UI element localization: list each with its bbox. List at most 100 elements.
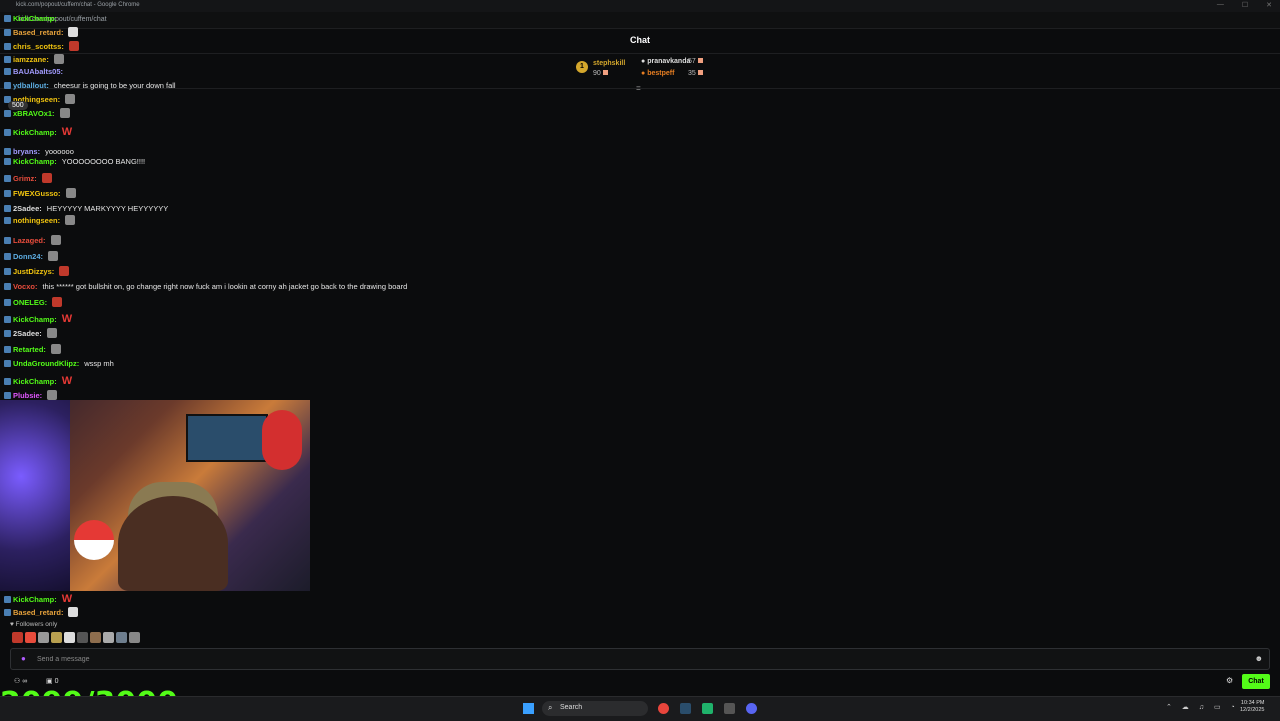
clock[interactable]: 10:34 PM 12/2/2025 xyxy=(1240,700,1264,714)
chat-emote xyxy=(47,390,58,400)
leaderboard-second-value: 57 xyxy=(688,58,703,65)
user-badge-icon xyxy=(4,283,11,290)
chat-username[interactable]: FWEXGusso: xyxy=(13,189,61,198)
message-input[interactable] xyxy=(35,652,1239,667)
close-icon[interactable]: ✕ xyxy=(1266,1,1272,9)
chat-username[interactable]: UndaGroundKlipz: xyxy=(13,359,79,368)
chat-message: bryans: yoooooo xyxy=(4,147,74,156)
chat-username[interactable]: Based_retard: xyxy=(13,28,63,37)
chat-username[interactable]: Retarted: xyxy=(13,345,46,354)
address-bar[interactable]: kick.com/popout/cuffem/chat xyxy=(0,12,1280,29)
chat-username[interactable]: KickChamp: xyxy=(13,315,57,324)
chat-username[interactable]: BAUAbalts05: xyxy=(13,67,63,76)
chrome-icon[interactable] xyxy=(658,703,669,714)
chat-username[interactable]: nothingseen: xyxy=(13,216,60,225)
emote[interactable] xyxy=(51,632,62,643)
maximize-icon[interactable]: ☐ xyxy=(1242,1,1248,9)
chat-message: KickChamp: xyxy=(4,14,57,23)
chat-username[interactable]: ONELEG: xyxy=(13,298,47,307)
chat-username[interactable]: ydballout: xyxy=(13,81,49,90)
chat-message-text: this ****** got bullshit on, go change r… xyxy=(42,282,408,291)
message-input-box[interactable]: ● ☻ xyxy=(10,648,1270,670)
minimize-icon[interactable]: — xyxy=(1217,1,1224,9)
chat-message: Plubsie: xyxy=(4,390,58,400)
emote-bar[interactable] xyxy=(12,632,140,643)
system-tray[interactable]: ⌃ ☁ ♫ ▭ ◔ xyxy=(1166,703,1239,711)
steam-icon[interactable] xyxy=(680,703,691,714)
user-badge-icon xyxy=(4,82,11,89)
emote[interactable] xyxy=(129,632,140,643)
taskbar-search[interactable]: ⌕ Search xyxy=(542,701,648,716)
chat-username[interactable]: iamzzane: xyxy=(13,55,49,64)
chat-message: KickChamp: W xyxy=(4,313,72,325)
windows-start-icon[interactable] xyxy=(523,703,534,714)
chat-message-text: wssp mh xyxy=(84,359,114,368)
chat-message: nothingseen: xyxy=(4,215,76,225)
emote[interactable] xyxy=(77,632,88,643)
emote[interactable] xyxy=(90,632,101,643)
people-icon[interactable]: ⚇ ∞ xyxy=(14,677,27,685)
discord-icon[interactable] xyxy=(746,703,757,714)
chat-username[interactable]: Lazaged: xyxy=(13,236,46,245)
app-icon[interactable] xyxy=(702,703,713,714)
user-badge-icon xyxy=(4,158,11,165)
emote[interactable] xyxy=(64,632,75,643)
leaderboard-first-value: 90 xyxy=(593,70,608,77)
emote[interactable] xyxy=(25,632,36,643)
chat-emote xyxy=(50,344,61,354)
leaderboard-third-value: 35 xyxy=(688,70,703,77)
user-badge-icon xyxy=(4,360,11,367)
chat-username[interactable]: KickChamp: xyxy=(13,595,57,604)
chat-username[interactable]: Donn24: xyxy=(13,252,43,261)
chat-emote xyxy=(59,108,70,118)
user-badge-icon xyxy=(4,109,11,117)
emote[interactable] xyxy=(38,632,49,643)
emote[interactable] xyxy=(12,632,23,643)
points-popup-value: 500 xyxy=(12,102,24,109)
chat-username[interactable]: chris_scottss: xyxy=(13,42,64,51)
streamer-image xyxy=(118,496,228,591)
chat-message: Lazaged: xyxy=(4,235,61,245)
window-controls: — ☐ ✕ xyxy=(1217,1,1272,9)
chat-emote xyxy=(53,54,64,64)
leaderboard-first-name[interactable]: stephskill xyxy=(593,60,625,67)
chat-footer: ⚇ ∞ ▣ 0 ⚙ Chat xyxy=(0,674,1280,690)
chat-username[interactable]: 2Sadee: xyxy=(13,329,42,338)
chat-send-button[interactable]: Chat xyxy=(1242,674,1270,689)
chat-username[interactable]: Plubsie: xyxy=(13,391,42,400)
leaderboard-third-name[interactable]: ● bestpeff xyxy=(641,70,674,77)
emote[interactable] xyxy=(116,632,127,643)
chat-emote xyxy=(68,607,79,617)
user-badge-icon xyxy=(4,174,11,182)
chat-username[interactable]: Vocxo: xyxy=(13,282,37,291)
app-icon[interactable] xyxy=(724,703,735,714)
chat-username[interactable]: KickChamp: xyxy=(13,128,57,137)
chat-username[interactable]: bryans: xyxy=(13,147,40,156)
chat-message: FWEXGusso: xyxy=(4,188,76,198)
emote[interactable] xyxy=(103,632,114,643)
chat-message: KickChamp: W xyxy=(4,126,72,138)
chat-username[interactable]: JustDizzys: xyxy=(13,267,54,276)
chat-emote xyxy=(65,94,76,104)
mic-icon[interactable]: ● xyxy=(21,654,26,663)
leaderboard: 1 stephskill 90 ● pranavkanda 57 ● bestp… xyxy=(574,57,714,85)
user-badge-icon xyxy=(4,252,11,260)
gift-icon xyxy=(697,58,703,63)
chat-username[interactable]: 2Sadee: xyxy=(13,204,42,213)
chat-username[interactable]: KickChamp: xyxy=(13,377,57,386)
user-badge-icon xyxy=(4,216,11,224)
user-badge-icon xyxy=(4,391,11,399)
followers-only-label: ♥ Followers only xyxy=(10,621,58,628)
chat-username[interactable]: KickChamp: xyxy=(13,14,57,23)
chat-username[interactable]: Grimz: xyxy=(13,174,37,183)
user-badge-icon xyxy=(4,298,11,306)
chat-username[interactable]: KickChamp: xyxy=(13,157,57,166)
user-badge-icon xyxy=(4,28,11,36)
emoji-icon[interactable]: ☻ xyxy=(1255,654,1263,663)
chat-username[interactable]: Based_retard: xyxy=(13,608,63,617)
gear-icon[interactable]: ⚙ xyxy=(1226,676,1233,685)
leaderboard-second-name[interactable]: ● pranavkanda xyxy=(641,58,690,65)
user-badge-icon xyxy=(4,55,11,63)
chat-emote xyxy=(68,41,79,51)
points-icon[interactable]: ▣ 0 xyxy=(46,677,58,685)
